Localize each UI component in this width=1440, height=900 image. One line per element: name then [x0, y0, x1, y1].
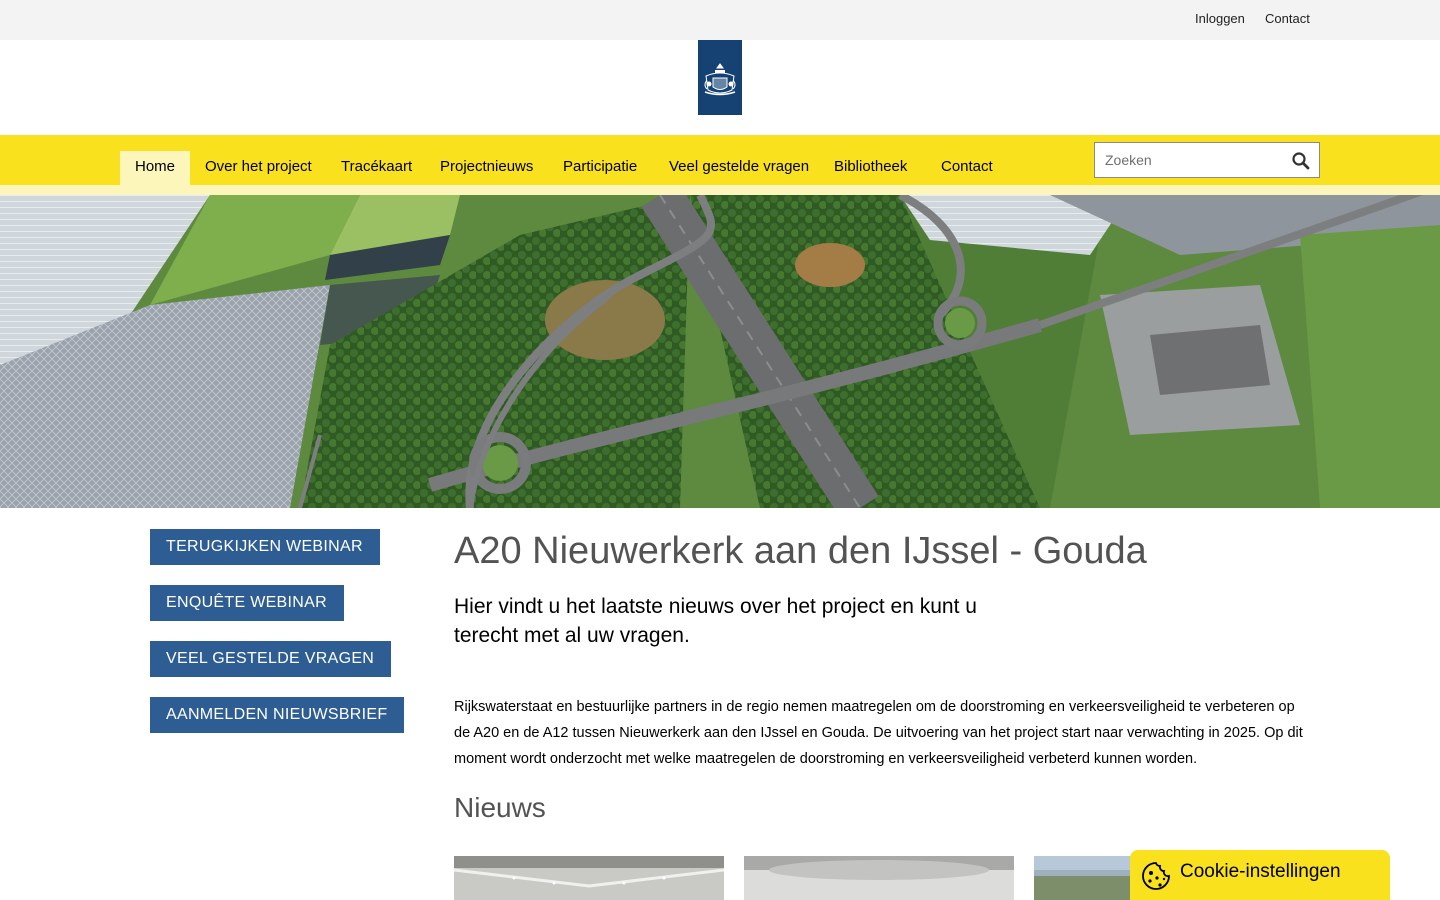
body-text: Rijkswaterstaat en bestuurlijke partners…: [454, 699, 1303, 767]
login-link[interactable]: Inloggen: [1195, 11, 1245, 26]
quick-link-veel-gestelde-vragen[interactable]: VEEL GESTELDE VRAGEN: [150, 641, 392, 677]
nav-item-participatie[interactable]: Participatie: [548, 151, 652, 185]
intro-text: Hier vindt u het laatste nieuws over het…: [454, 595, 977, 647]
nav-item-home[interactable]: Home: [120, 151, 191, 185]
main-navigation: Home Over het project Tracékaart Project…: [0, 135, 1440, 185]
search-input[interactable]: [1095, 143, 1285, 177]
page-title: A20 Nieuwerkerk aan den IJssel - Gouda: [454, 530, 1147, 572]
nav-item-projectnieuws[interactable]: Projectnieuws: [425, 151, 548, 185]
cookie-settings-label: Cookie-instellingen: [1180, 861, 1341, 882]
nav-item-bibliotheek[interactable]: Bibliotheek: [819, 151, 922, 185]
nav-item-contact[interactable]: Contact: [926, 151, 1008, 185]
utility-bar: Inloggen Contact: [0, 0, 1440, 40]
coat-of-arms-icon: [704, 63, 736, 96]
hero-aerial-image: [0, 195, 1440, 508]
contact-link[interactable]: Contact: [1265, 11, 1310, 26]
search-box: [1094, 142, 1320, 178]
news-heading: Nieuws: [454, 792, 546, 823]
quick-link-aanmelden-nieuwsbrief[interactable]: AANMELDEN NIEUWSBRIEF: [150, 697, 405, 733]
cookie-settings-button[interactable]: Cookie-instellingen: [1130, 850, 1390, 900]
quick-link-enquete-webinar[interactable]: ENQUÊTE WEBINAR: [150, 585, 344, 621]
cookie-icon: [1140, 860, 1172, 897]
nav-item-tracekaart[interactable]: Tracékaart: [326, 151, 427, 185]
logo-area: [0, 40, 1440, 135]
news-card-image[interactable]: [454, 856, 724, 900]
search-icon[interactable]: [1291, 151, 1311, 176]
news-card-image[interactable]: [744, 856, 1014, 900]
nav-underline-strip: [0, 185, 1440, 195]
nav-item-veel-gestelde-vragen[interactable]: Veel gestelde vragen: [654, 151, 824, 185]
nav-item-over-het-project[interactable]: Over het project: [190, 151, 327, 185]
quick-link-terugkijken-webinar[interactable]: TERUGKIJKEN WEBINAR: [150, 529, 380, 565]
rijksoverheid-logo[interactable]: [698, 40, 742, 115]
